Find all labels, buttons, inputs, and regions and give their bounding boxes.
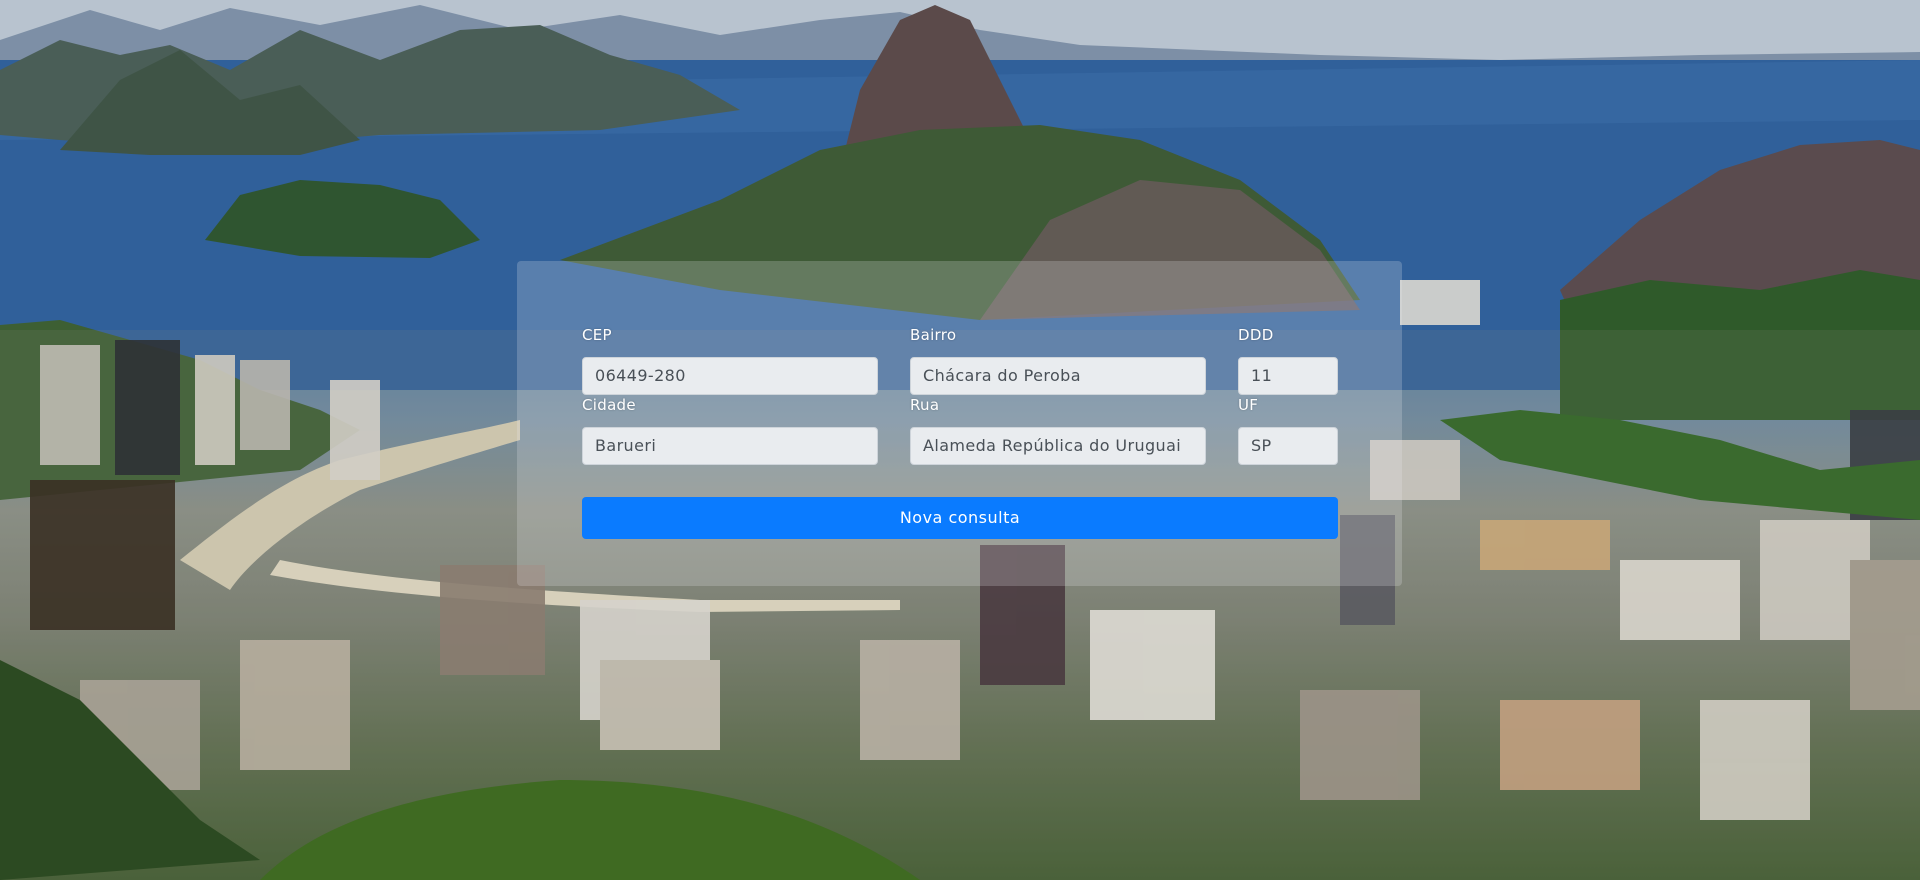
cidade-label: Cidade [582,396,636,414]
cep-field[interactable]: 06449-280 [582,357,878,395]
uf-field[interactable]: SP [1238,427,1338,465]
cidade-field[interactable]: Barueri [582,427,878,465]
uf-label: UF [1238,396,1259,414]
rua-field[interactable]: Alameda República do Uruguai [910,427,1206,465]
rua-label: Rua [910,396,940,414]
ddd-label: DDD [1238,326,1274,344]
bairro-label: Bairro [910,326,957,344]
bairro-field[interactable]: Chácara do Peroba [910,357,1206,395]
ddd-field[interactable]: 11 [1238,357,1338,395]
cep-label: CEP [582,326,612,344]
new-search-button[interactable]: Nova consulta [582,497,1338,539]
